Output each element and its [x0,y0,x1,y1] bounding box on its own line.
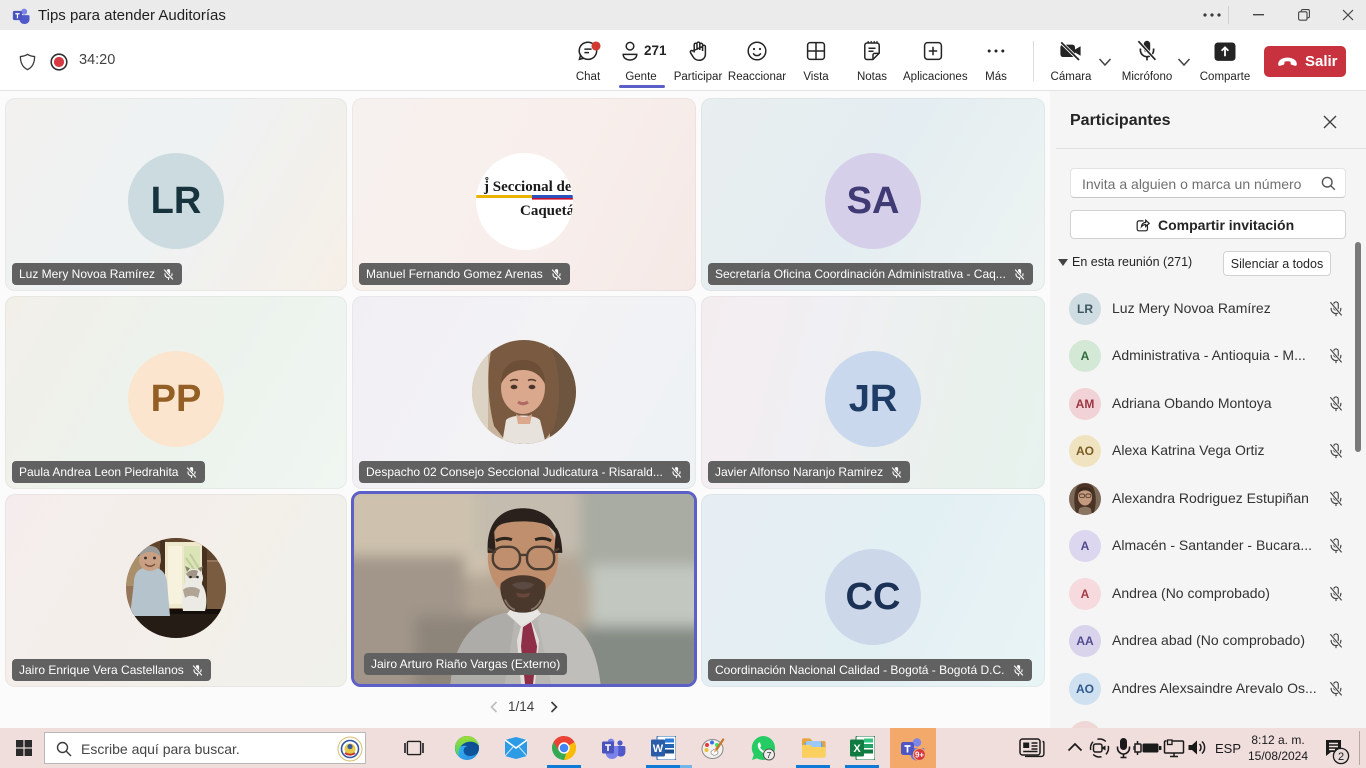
svg-text:X: X [853,743,861,755]
svg-text:9+: 9+ [915,751,924,760]
svg-text:j̊ Seccional de: j̊ Seccional de [483,177,572,195]
svg-text:2: 2 [1338,751,1344,763]
svg-text:W: W [653,743,664,755]
svg-text:Caquetá: Caquetá [520,203,573,219]
svg-text:7: 7 [767,750,772,760]
